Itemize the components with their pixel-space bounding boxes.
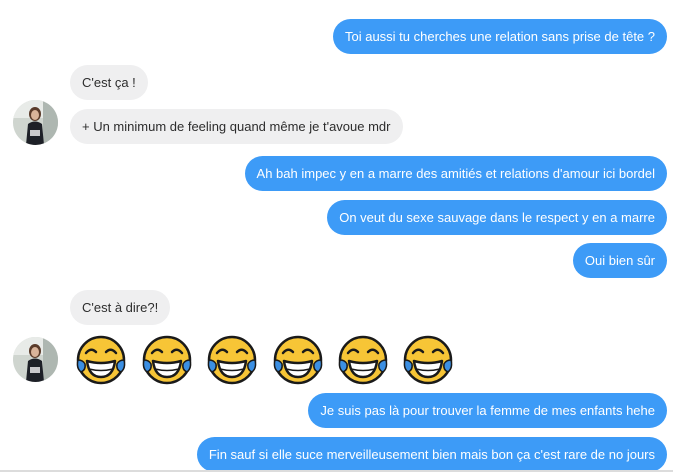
- chat-thread: Toi aussi tu cherches une relation sans …: [0, 0, 673, 472]
- face-with-tears-of-joy-icon: [206, 334, 258, 386]
- message-outgoing: Ah bah impec y en a marre des amitiés et…: [244, 156, 667, 191]
- message-outgoing: On veut du sexe sauvage dans le respect …: [327, 200, 667, 235]
- message-outgoing: Fin sauf si elle suce merveilleusement b…: [196, 437, 667, 472]
- face-with-tears-of-joy-icon: [337, 334, 389, 386]
- message-incoming: C'est à dire?!: [70, 290, 171, 325]
- message-outgoing: Oui bien sûr: [572, 243, 667, 278]
- message-incoming: C'est ça !: [70, 65, 148, 100]
- face-with-tears-of-joy-icon: [272, 334, 324, 386]
- message-outgoing: Toi aussi tu cherches une relation sans …: [332, 19, 667, 54]
- contact-avatar[interactable]: [13, 100, 58, 145]
- face-with-tears-of-joy-icon: [75, 334, 127, 386]
- contact-avatar[interactable]: [13, 337, 58, 382]
- face-with-tears-of-joy-icon: [141, 334, 193, 386]
- face-with-tears-of-joy-icon: [402, 334, 454, 386]
- message-outgoing: Je suis pas là pour trouver la femme de …: [308, 393, 667, 428]
- message-incoming: + Un minimum de feeling quand même je t'…: [70, 109, 403, 144]
